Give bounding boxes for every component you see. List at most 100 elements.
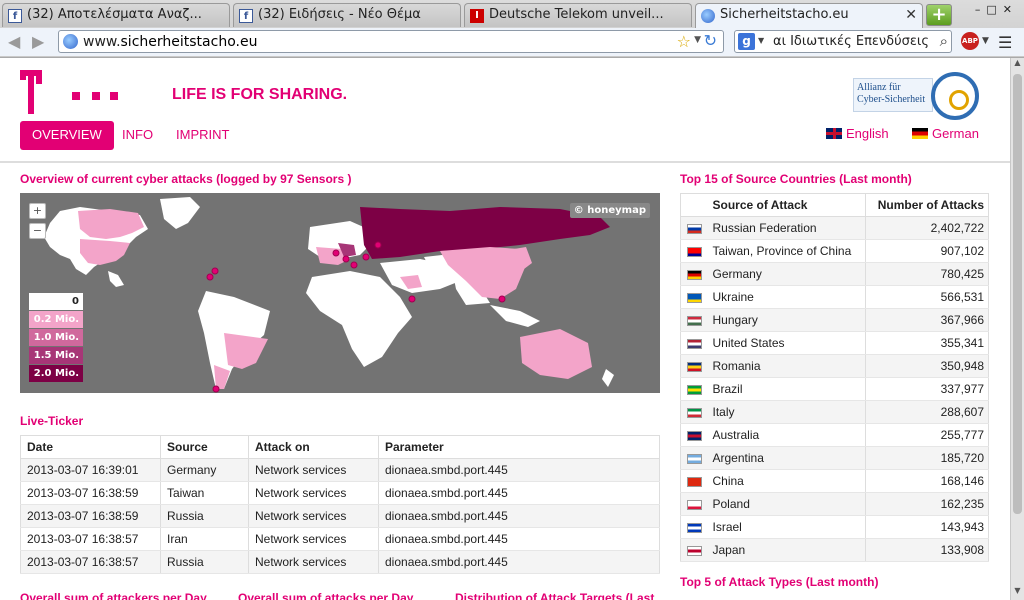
- minimize-icon[interactable]: –: [975, 3, 987, 16]
- nav-info[interactable]: INFO: [110, 121, 165, 150]
- ticker-date-cell: 2013-03-07 16:38:57: [20, 550, 161, 574]
- lang-english[interactable]: English: [826, 126, 889, 141]
- table-row: Brazil 337,977: [680, 377, 989, 401]
- allianz-cyber-sicherheit-logo[interactable]: Allianz für Cyber-Sicherheit: [853, 72, 979, 120]
- attack-point[interactable]: [350, 261, 358, 269]
- ticker-parameter-cell: dionaea.smbd.port.445: [378, 481, 660, 505]
- tab-facebook-search[interactable]: f (32) Αποτελέσματα Αναζ...: [2, 3, 230, 27]
- flag-cell: [680, 469, 709, 493]
- ticker-date-cell: 2013-03-07 16:38:59: [20, 481, 161, 505]
- tab-strip: f (32) Αποτελέσματα Αναζ... f (32) Ειδήσ…: [0, 1, 1024, 28]
- close-window-icon[interactable]: ✕: [1003, 3, 1018, 16]
- search-icon[interactable]: ⌕: [940, 32, 948, 50]
- attack-point[interactable]: [206, 273, 214, 281]
- zoom-out-button[interactable]: −: [29, 223, 46, 239]
- attack-count-cell: 185,720: [865, 446, 989, 470]
- country-name-cell: Taiwan, Province of China: [708, 239, 867, 263]
- new-tab-button[interactable]: +: [926, 4, 952, 26]
- country-name-cell: Italy: [708, 400, 867, 424]
- table-row: 2013-03-07 16:38:59 Russia Network service…: [20, 504, 660, 528]
- flag-cell: [680, 538, 709, 562]
- country-flag-icon: [687, 430, 702, 441]
- lang-german[interactable]: German: [912, 126, 979, 141]
- legend-item: 2.0 Mio.: [29, 365, 83, 382]
- legend-item: 0: [29, 293, 83, 310]
- country-name-cell: China: [708, 469, 867, 493]
- countries-title: Top 15 of Source Countries (Last month): [680, 172, 912, 186]
- attack-count-cell: 2,402,722: [865, 216, 989, 240]
- facebook-icon: f: [239, 9, 253, 23]
- adblock-dropdown-icon[interactable]: ▼: [982, 36, 989, 46]
- country-name-cell: United States: [708, 331, 867, 355]
- attack-point[interactable]: [408, 295, 416, 303]
- attack-point[interactable]: [374, 241, 382, 249]
- attackers-per-day-title: Overall sum of attackers per Day: [20, 591, 207, 600]
- bookmark-star-icon[interactable]: ☆: [677, 32, 691, 51]
- close-tab-icon[interactable]: ✕: [905, 7, 917, 23]
- flag-cell: [680, 515, 709, 539]
- german-flag-icon: [912, 128, 928, 139]
- history-dropdown-icon[interactable]: ▼: [694, 35, 701, 45]
- attack-count-cell: 143,943: [865, 515, 989, 539]
- url-bar[interactable]: www.sicherheitstacho.eu ☆ ▼ ↻: [58, 30, 724, 53]
- table-header-row: Source of Attack Number of Attacks: [680, 193, 989, 217]
- brazil-shape: [224, 333, 268, 369]
- map-attribution[interactable]: © honeymap: [569, 203, 650, 218]
- scroll-up-icon[interactable]: ▲: [1011, 58, 1024, 72]
- forward-icon[interactable]: ▶: [32, 32, 44, 51]
- nav-imprint[interactable]: IMPRINT: [164, 121, 241, 150]
- attack-point[interactable]: [332, 249, 340, 257]
- table-row: 2013-03-07 16:38:57 Iran Network services d…: [20, 527, 660, 551]
- greenland-shape: [160, 197, 200, 229]
- maximize-icon[interactable]: □: [986, 3, 1002, 16]
- tab-facebook-news[interactable]: f (32) Ειδήσεις - Νέο Θέμα: [233, 3, 461, 27]
- tab-ted[interactable]: I Deutsche Telekom unveil...: [464, 3, 692, 27]
- zoom-in-button[interactable]: +: [29, 203, 46, 219]
- source-countries-table: Source of Attack Number of Attacks Russi…: [680, 193, 989, 562]
- ticker-source-cell: Russia: [160, 504, 249, 528]
- attack-count-cell: 367,966: [865, 308, 989, 332]
- google-icon[interactable]: g: [738, 33, 755, 50]
- ticker-attack-on-cell: Network services: [248, 527, 379, 551]
- attack-count-cell: 337,977: [865, 377, 989, 401]
- nav-overview[interactable]: OVERVIEW: [20, 121, 114, 150]
- flag-cell: [680, 446, 709, 470]
- search-engine-dropdown-icon[interactable]: ▼: [758, 36, 764, 45]
- lang-english-label: English: [846, 126, 889, 141]
- new-zealand-shape: [602, 369, 614, 387]
- attack-point[interactable]: [498, 295, 506, 303]
- attack-count-cell: 133,908: [865, 538, 989, 562]
- attack-point[interactable]: [212, 385, 220, 393]
- scroll-thumb[interactable]: [1013, 74, 1022, 514]
- window-controls[interactable]: –□✕: [975, 3, 1018, 16]
- search-bar[interactable]: g ▼ αι Ιδιωτικές Επενδύσεις ⌕: [734, 30, 952, 53]
- tab-title: Deutsche Telekom unveil...: [489, 7, 664, 22]
- table-row: 2013-03-07 16:38:57 Russia Network service…: [20, 550, 660, 574]
- attack-map[interactable]: + − © honeymap 0 0.2 Mio. 1.0 Mio. 1.5 M…: [20, 193, 660, 393]
- ticker-attack-on-cell: Network services: [248, 504, 379, 528]
- country-flag-icon: [687, 522, 702, 533]
- ticker-title: Live-Ticker: [20, 414, 84, 428]
- country-flag-icon: [687, 338, 702, 349]
- tab-sicherheitstacho[interactable]: Sicherheitstacho.eu ✕: [695, 3, 923, 28]
- url-domain: sicherheitstacho.eu: [120, 34, 258, 50]
- partner-emblem-icon: [931, 72, 979, 120]
- column-header: Date: [20, 435, 161, 459]
- ticker-parameter-cell: dionaea.smbd.port.445: [378, 458, 660, 482]
- usa-shape: [80, 239, 130, 265]
- menu-icon[interactable]: ☰: [998, 33, 1012, 52]
- scrollbar[interactable]: ▲ ▼: [1010, 58, 1024, 600]
- scroll-down-icon[interactable]: ▼: [1011, 586, 1024, 600]
- adblock-icon[interactable]: ABP: [961, 32, 979, 50]
- reload-icon[interactable]: ↻: [704, 31, 717, 50]
- tab-title: (32) Ειδήσεις - Νέο Θέμα: [258, 7, 421, 22]
- telekom-logo[interactable]: [20, 70, 120, 114]
- country-flag-icon: [687, 476, 702, 487]
- attack-point[interactable]: [211, 267, 219, 275]
- ticker-attack-on-cell: Network services: [248, 550, 379, 574]
- country-flag-icon: [687, 407, 702, 418]
- attack-point[interactable]: [362, 253, 370, 261]
- attack-point[interactable]: [342, 255, 350, 263]
- table-row: Germany 780,425: [680, 262, 989, 286]
- back-icon[interactable]: ◀: [8, 32, 20, 51]
